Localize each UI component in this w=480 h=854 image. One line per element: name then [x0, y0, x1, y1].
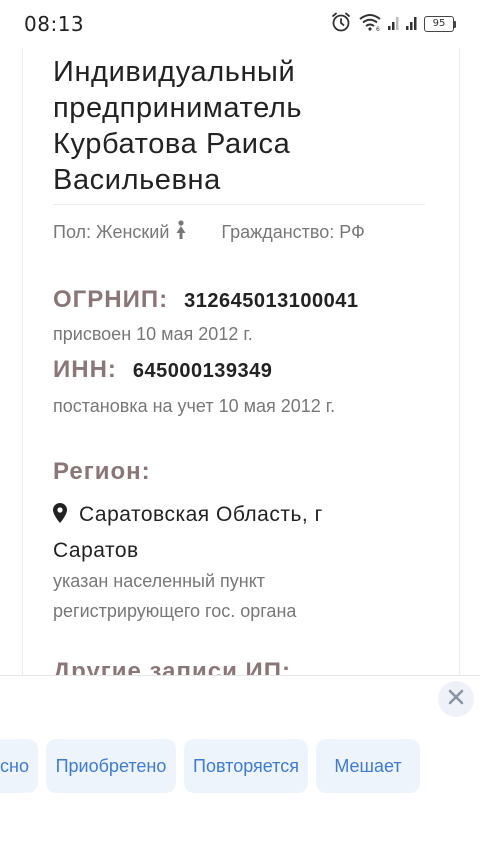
gender-text: Пол: Женский: [53, 222, 170, 242]
region-text: Саратовская Область, г Саратов: [53, 503, 323, 562]
feedback-chip-acquired[interactable]: Приобретено: [46, 739, 176, 793]
status-icons: 6 95: [330, 11, 456, 37]
ogrnip-label: ОГРНИП:: [53, 286, 169, 313]
close-icon: [448, 689, 464, 709]
region-label: Регион:: [53, 458, 151, 485]
map-pin-icon: [53, 500, 67, 534]
citizenship-text: Гражданство: РФ: [221, 222, 365, 242]
signal-icon: [388, 13, 400, 35]
page-title: Индивидуальный предприниматель Курбатова…: [53, 56, 303, 196]
feedback-chip-repeats[interactable]: Повторяется: [184, 739, 308, 793]
inn-date: постановка на учет 10 мая 2012 г.: [53, 396, 336, 416]
ogrnip-row: ОГРНИП: 312645013100041: [53, 286, 358, 314]
status-time: 08:13: [24, 12, 85, 36]
alarm-icon: [330, 11, 352, 37]
meta-row: Пол: Женский Гражданство: РФ: [53, 220, 365, 245]
status-bar: 08:13 6 95: [0, 0, 480, 48]
feedback-chips: сно Приобретено Повторяется Мешает: [0, 739, 480, 793]
feedback-panel: сно Приобретено Повторяется Мешает: [0, 675, 480, 854]
female-icon: [175, 220, 187, 245]
feedback-chip[interactable]: сно: [0, 739, 38, 793]
inn-row: ИНН: 645000139349: [53, 356, 272, 384]
other-records-heading: Другие записи ИП:: [53, 658, 292, 675]
close-button[interactable]: [438, 681, 474, 717]
inn-label: ИНН:: [53, 356, 117, 383]
signal-icon: [406, 13, 418, 35]
ogrnip-value[interactable]: 312645013100041: [184, 290, 358, 313]
battery-icon: 95: [424, 16, 456, 32]
inn-value[interactable]: 645000139349: [133, 360, 272, 383]
feedback-chip-annoying[interactable]: Мешает: [316, 739, 420, 793]
battery-level: 95: [424, 16, 454, 32]
wifi-icon: 6: [358, 12, 382, 36]
ogrnip-date: присвоен 10 мая 2012 г.: [53, 324, 253, 344]
company-card: Индивидуальный предприниматель Курбатова…: [22, 48, 460, 675]
region-value: Саратовская Область, г Саратов: [53, 498, 413, 568]
svg-text:6: 6: [376, 26, 380, 32]
region-note: указан населенный пункт регистрирующего …: [53, 571, 297, 621]
divider: [53, 204, 425, 205]
